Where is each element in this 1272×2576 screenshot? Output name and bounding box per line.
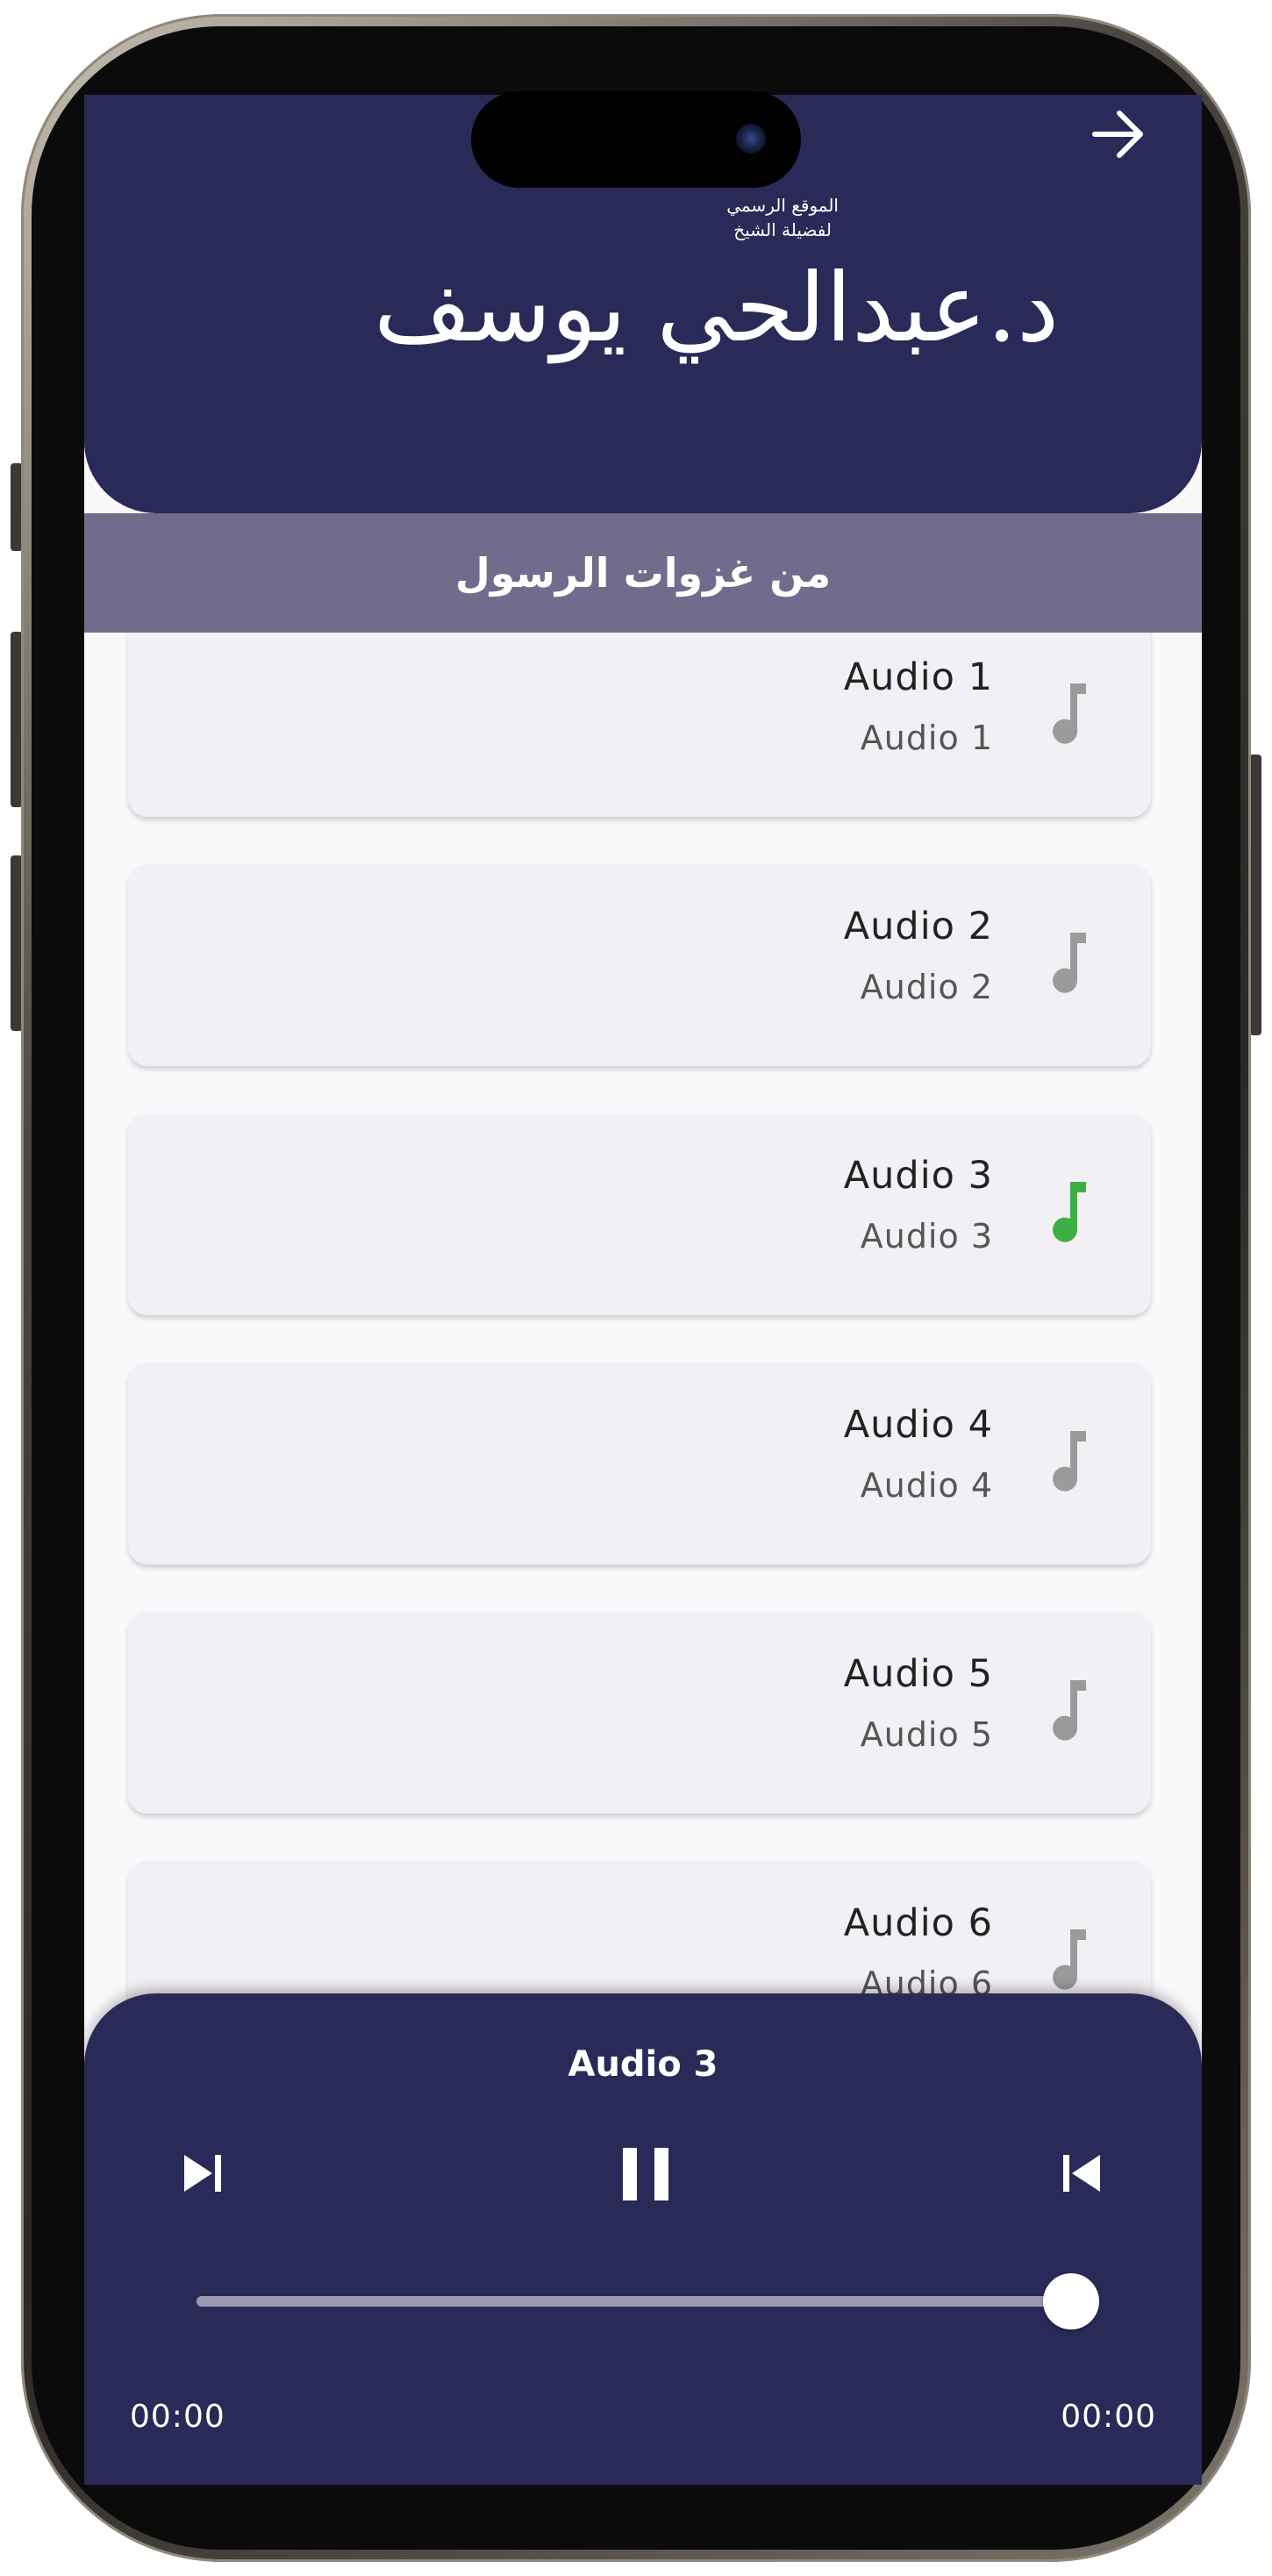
device-stage: الموقع الرسمي لفضيلة الشيخ د.عبدالحي يوس… [0, 0, 1272, 2576]
logo-calligraphy: د.عبدالحي يوسف [374, 254, 1061, 363]
category-title: من غزوات الرسول [454, 549, 832, 597]
logo-subtitle-line2: لفضيلة الشيخ [733, 219, 832, 240]
app-screen: الموقع الرسمي لفضيلة الشيخ د.عبدالحي يوس… [84, 95, 1202, 2485]
audio-subtitle: Audio 1 [860, 719, 993, 757]
logo-subtitle-line1: الموقع الرسمي [726, 195, 839, 216]
audio-player: Audio 3 00:00 00:00 [84, 1993, 1202, 2485]
power-button [1249, 755, 1261, 1035]
category-title-bar: من غزوات الرسول [84, 513, 1202, 633]
audio-title: Audio 2 [843, 905, 993, 948]
progress-fill [197, 2296, 1074, 2307]
audio-list-item[interactable]: Audio 4 Audio 4 [128, 1363, 1151, 1564]
sheikh-logo: الموقع الرسمي لفضيلة الشيخ د.عبدالحي يوس… [374, 191, 1061, 402]
music-note-icon [1053, 1680, 1086, 1741]
audio-list[interactable]: Audio 1 Audio 1 Audio 2 Audio 2 Audio 3 … [84, 633, 1202, 2124]
arrow-right-icon[interactable] [1088, 104, 1149, 165]
music-note-icon [1053, 1182, 1086, 1242]
audio-title: Audio 1 [843, 655, 993, 699]
total-duration: 00:00 [1061, 2399, 1156, 2435]
front-camera [736, 124, 766, 154]
pause-icon[interactable] [611, 2139, 681, 2209]
logo-subtitle: الموقع الرسمي لفضيلة الشيخ [726, 193, 839, 242]
music-note-icon [1053, 683, 1086, 744]
music-note-icon [1053, 933, 1086, 993]
audio-title: Audio 5 [843, 1652, 993, 1696]
audio-title: Audio 6 [843, 1901, 993, 1945]
music-note-icon [1053, 1929, 1086, 1990]
elapsed-time: 00:00 [130, 2399, 225, 2435]
audio-subtitle: Audio 3 [860, 1217, 993, 1256]
audio-title: Audio 3 [843, 1154, 993, 1198]
skip-next-icon[interactable] [172, 2143, 233, 2204]
audio-subtitle: Audio 4 [860, 1466, 993, 1505]
audio-list-item[interactable]: Audio 5 Audio 5 [128, 1612, 1151, 1814]
skip-previous-icon[interactable] [1051, 2143, 1112, 2204]
audio-subtitle: Audio 2 [860, 968, 993, 1006]
audio-list-item[interactable]: Audio 2 Audio 2 [128, 864, 1151, 1066]
progress-track[interactable] [197, 2296, 1074, 2307]
audio-subtitle: Audio 5 [860, 1715, 993, 1754]
audio-list-item[interactable]: Audio 1 Audio 1 [128, 633, 1151, 817]
music-note-icon [1053, 1431, 1086, 1492]
audio-list-item-active[interactable]: Audio 3 Audio 3 [128, 1113, 1151, 1315]
audio-title: Audio 4 [843, 1403, 993, 1447]
progress-slider-thumb[interactable] [1043, 2273, 1099, 2329]
now-playing-title: Audio 3 [568, 2044, 718, 2085]
